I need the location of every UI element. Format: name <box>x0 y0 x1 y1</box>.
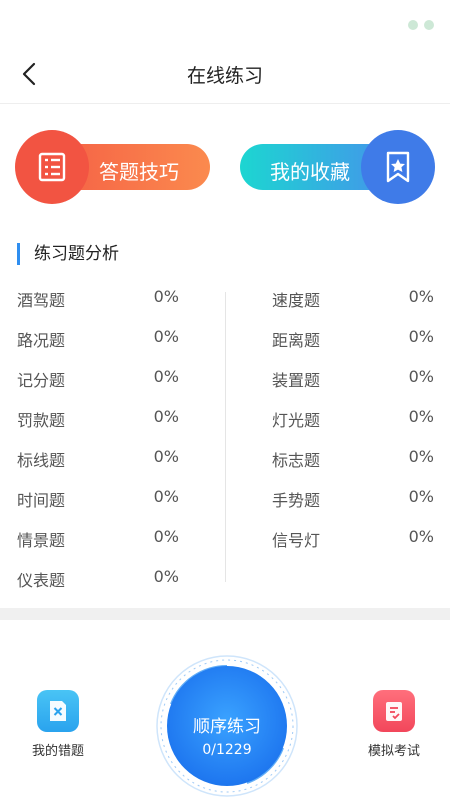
stat-row[interactable]: 仪表题 0% <box>17 562 179 602</box>
stat-row[interactable]: 路况题 0% <box>17 322 179 362</box>
stats-left-column: 酒驾题 0% 路况题 0% 记分题 0% 罚款题 0% 标线题 0% 时间题 0% 情景题 0… <box>17 282 179 602</box>
favorites-button[interactable]: 我的收藏 <box>240 130 435 204</box>
stat-row[interactable]: 罚款题 0% <box>17 402 179 442</box>
stat-row[interactable]: 距离题 0% <box>272 322 434 362</box>
mock-exam-icon-box <box>373 690 415 732</box>
header: 在线练习 <box>0 45 450 104</box>
bookmark-star-icon <box>386 151 410 183</box>
stats-right-column: 速度题 0% 距离题 0% 装置题 0% 灯光题 0% 标志题 0% 手势题 0% 信号灯 0… <box>272 282 434 562</box>
wrong-questions-label: 我的错题 <box>31 744 84 759</box>
tips-label: 答题技巧 <box>99 160 179 184</box>
stat-row[interactable]: 情景题 0% <box>17 522 179 562</box>
favorites-circle <box>361 130 435 204</box>
stat-row[interactable]: 标志题 0% <box>272 442 434 482</box>
analysis-title: 练习题分析 <box>17 243 119 265</box>
stat-row[interactable]: 信号灯 0% <box>272 522 434 562</box>
section-divider <box>0 608 450 620</box>
status-bar <box>0 0 450 45</box>
tips-button[interactable]: 答题技巧 <box>15 130 210 204</box>
stat-row[interactable]: 酒驾题 0% <box>17 282 179 322</box>
favorites-label: 我的收藏 <box>270 160 350 184</box>
sequential-practice-label: 顺序练习 <box>193 717 261 737</box>
stat-row[interactable]: 灯光题 0% <box>272 402 434 442</box>
tips-circle <box>15 130 89 204</box>
sequential-practice-button[interactable]: 顺序练习 0/1229 <box>167 666 287 786</box>
column-divider <box>225 292 226 582</box>
battery-icon <box>408 20 434 30</box>
stat-row[interactable]: 速度题 0% <box>272 282 434 322</box>
stat-row[interactable]: 记分题 0% <box>17 362 179 402</box>
document-x-icon <box>50 701 66 721</box>
stat-row[interactable]: 手势题 0% <box>272 482 434 522</box>
wrong-questions-icon-box <box>37 690 79 732</box>
stat-row[interactable]: 装置题 0% <box>272 362 434 402</box>
wrong-questions-button[interactable]: 我的错题 <box>18 690 98 759</box>
list-icon <box>38 152 66 182</box>
stat-row[interactable]: 标线题 0% <box>17 442 179 482</box>
mock-exam-label: 模拟考试 <box>367 744 420 759</box>
stat-row[interactable]: 时间题 0% <box>17 482 179 522</box>
page-title: 在线练习 <box>186 65 263 87</box>
mock-exam-button[interactable]: 模拟考试 <box>352 690 436 759</box>
sequential-practice-progress: 0/1229 <box>202 742 252 758</box>
sequential-practice-area: 顺序练习 0/1229 <box>155 654 299 798</box>
clipboard-check-icon <box>386 702 402 721</box>
